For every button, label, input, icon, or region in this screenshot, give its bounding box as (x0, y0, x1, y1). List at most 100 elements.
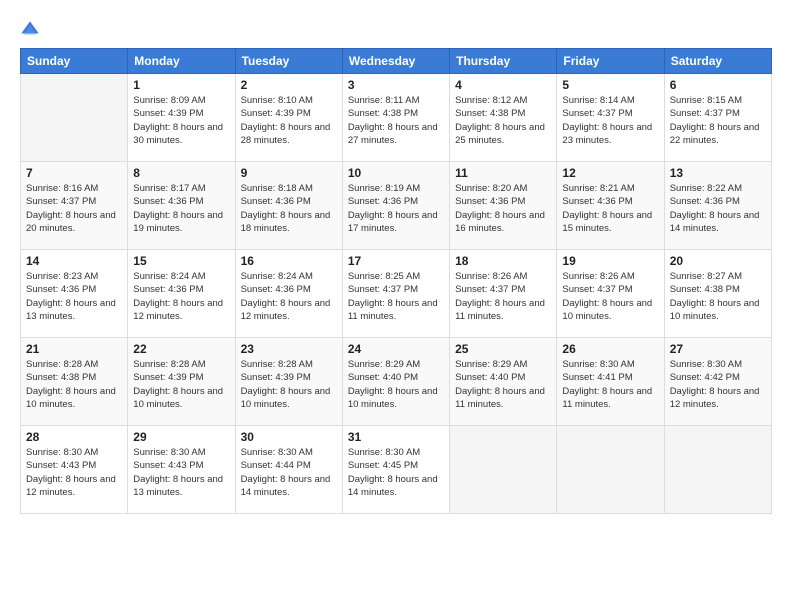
sunset: Sunset: 4:40 PM (455, 372, 525, 383)
calendar-day-cell: 13 Sunrise: 8:22 AM Sunset: 4:36 PM Dayl… (664, 162, 771, 250)
daylight: Daylight: 8 hours and 17 minutes. (348, 210, 438, 234)
calendar-day-cell: 30 Sunrise: 8:30 AM Sunset: 4:44 PM Dayl… (235, 426, 342, 514)
calendar-day-cell: 6 Sunrise: 8:15 AM Sunset: 4:37 PM Dayli… (664, 74, 771, 162)
sunset: Sunset: 4:37 PM (455, 284, 525, 295)
day-number: 16 (241, 254, 337, 268)
day-of-week-header: Monday (128, 49, 235, 74)
day-number: 24 (348, 342, 444, 356)
day-info: Sunrise: 8:26 AM Sunset: 4:37 PM Dayligh… (455, 270, 551, 323)
daylight: Daylight: 8 hours and 10 minutes. (26, 386, 116, 410)
calendar-day-cell (557, 426, 664, 514)
day-info: Sunrise: 8:29 AM Sunset: 4:40 PM Dayligh… (455, 358, 551, 411)
sunset: Sunset: 4:39 PM (133, 372, 203, 383)
daylight: Daylight: 8 hours and 30 minutes. (133, 122, 223, 146)
sunset: Sunset: 4:42 PM (670, 372, 740, 383)
sunset: Sunset: 4:36 PM (133, 284, 203, 295)
calendar-day-cell: 20 Sunrise: 8:27 AM Sunset: 4:38 PM Dayl… (664, 250, 771, 338)
sunset: Sunset: 4:40 PM (348, 372, 418, 383)
calendar-day-cell: 28 Sunrise: 8:30 AM Sunset: 4:43 PM Dayl… (21, 426, 128, 514)
calendar-day-cell: 2 Sunrise: 8:10 AM Sunset: 4:39 PM Dayli… (235, 74, 342, 162)
sunrise: Sunrise: 8:28 AM (26, 359, 98, 370)
daylight: Daylight: 8 hours and 20 minutes. (26, 210, 116, 234)
calendar-day-cell: 18 Sunrise: 8:26 AM Sunset: 4:37 PM Dayl… (450, 250, 557, 338)
sunset: Sunset: 4:44 PM (241, 460, 311, 471)
calendar-day-cell (450, 426, 557, 514)
day-number: 19 (562, 254, 658, 268)
sunset: Sunset: 4:41 PM (562, 372, 632, 383)
day-number: 27 (670, 342, 766, 356)
calendar-day-cell: 7 Sunrise: 8:16 AM Sunset: 4:37 PM Dayli… (21, 162, 128, 250)
day-info: Sunrise: 8:25 AM Sunset: 4:37 PM Dayligh… (348, 270, 444, 323)
calendar-day-cell (664, 426, 771, 514)
sunrise: Sunrise: 8:28 AM (133, 359, 205, 370)
sunset: Sunset: 4:36 PM (241, 284, 311, 295)
calendar-week-row: 14 Sunrise: 8:23 AM Sunset: 4:36 PM Dayl… (21, 250, 772, 338)
day-info: Sunrise: 8:22 AM Sunset: 4:36 PM Dayligh… (670, 182, 766, 235)
sunset: Sunset: 4:43 PM (26, 460, 96, 471)
calendar-day-cell: 29 Sunrise: 8:30 AM Sunset: 4:43 PM Dayl… (128, 426, 235, 514)
sunrise: Sunrise: 8:16 AM (26, 183, 98, 194)
sunset: Sunset: 4:39 PM (241, 372, 311, 383)
day-number: 31 (348, 430, 444, 444)
daylight: Daylight: 8 hours and 10 minutes. (670, 298, 760, 322)
calendar-day-cell: 26 Sunrise: 8:30 AM Sunset: 4:41 PM Dayl… (557, 338, 664, 426)
day-number: 30 (241, 430, 337, 444)
daylight: Daylight: 8 hours and 16 minutes. (455, 210, 545, 234)
calendar-table: SundayMondayTuesdayWednesdayThursdayFrid… (20, 48, 772, 514)
day-number: 13 (670, 166, 766, 180)
sunrise: Sunrise: 8:26 AM (455, 271, 527, 282)
sunset: Sunset: 4:36 PM (455, 196, 525, 207)
day-of-week-header: Wednesday (342, 49, 449, 74)
daylight: Daylight: 8 hours and 11 minutes. (455, 298, 545, 322)
sunrise: Sunrise: 8:26 AM (562, 271, 634, 282)
calendar-day-cell: 21 Sunrise: 8:28 AM Sunset: 4:38 PM Dayl… (21, 338, 128, 426)
day-number: 21 (26, 342, 122, 356)
sunset: Sunset: 4:43 PM (133, 460, 203, 471)
calendar-day-cell: 12 Sunrise: 8:21 AM Sunset: 4:36 PM Dayl… (557, 162, 664, 250)
sunset: Sunset: 4:36 PM (241, 196, 311, 207)
sunset: Sunset: 4:39 PM (133, 108, 203, 119)
calendar-day-cell: 16 Sunrise: 8:24 AM Sunset: 4:36 PM Dayl… (235, 250, 342, 338)
calendar-day-cell: 10 Sunrise: 8:19 AM Sunset: 4:36 PM Dayl… (342, 162, 449, 250)
calendar-week-row: 28 Sunrise: 8:30 AM Sunset: 4:43 PM Dayl… (21, 426, 772, 514)
page: SundayMondayTuesdayWednesdayThursdayFrid… (0, 0, 792, 612)
calendar-day-cell: 8 Sunrise: 8:17 AM Sunset: 4:36 PM Dayli… (128, 162, 235, 250)
calendar-day-cell: 23 Sunrise: 8:28 AM Sunset: 4:39 PM Dayl… (235, 338, 342, 426)
day-number: 23 (241, 342, 337, 356)
daylight: Daylight: 8 hours and 10 minutes. (241, 386, 331, 410)
sunrise: Sunrise: 8:29 AM (455, 359, 527, 370)
day-number: 9 (241, 166, 337, 180)
day-of-week-header: Tuesday (235, 49, 342, 74)
sunrise: Sunrise: 8:30 AM (348, 447, 420, 458)
day-of-week-header: Saturday (664, 49, 771, 74)
daylight: Daylight: 8 hours and 13 minutes. (26, 298, 116, 322)
calendar-week-row: 1 Sunrise: 8:09 AM Sunset: 4:39 PM Dayli… (21, 74, 772, 162)
sunset: Sunset: 4:38 PM (455, 108, 525, 119)
day-number: 10 (348, 166, 444, 180)
sunset: Sunset: 4:37 PM (562, 108, 632, 119)
calendar-day-cell: 24 Sunrise: 8:29 AM Sunset: 4:40 PM Dayl… (342, 338, 449, 426)
sunset: Sunset: 4:37 PM (670, 108, 740, 119)
calendar-day-cell: 4 Sunrise: 8:12 AM Sunset: 4:38 PM Dayli… (450, 74, 557, 162)
day-info: Sunrise: 8:30 AM Sunset: 4:43 PM Dayligh… (26, 446, 122, 499)
sunrise: Sunrise: 8:24 AM (133, 271, 205, 282)
day-number: 12 (562, 166, 658, 180)
day-number: 29 (133, 430, 229, 444)
header-row: SundayMondayTuesdayWednesdayThursdayFrid… (21, 49, 772, 74)
day-info: Sunrise: 8:14 AM Sunset: 4:37 PM Dayligh… (562, 94, 658, 147)
day-number: 4 (455, 78, 551, 92)
sunrise: Sunrise: 8:21 AM (562, 183, 634, 194)
calendar-day-cell: 5 Sunrise: 8:14 AM Sunset: 4:37 PM Dayli… (557, 74, 664, 162)
sunrise: Sunrise: 8:18 AM (241, 183, 313, 194)
calendar-day-cell: 11 Sunrise: 8:20 AM Sunset: 4:36 PM Dayl… (450, 162, 557, 250)
daylight: Daylight: 8 hours and 15 minutes. (562, 210, 652, 234)
sunset: Sunset: 4:38 PM (348, 108, 418, 119)
day-info: Sunrise: 8:23 AM Sunset: 4:36 PM Dayligh… (26, 270, 122, 323)
sunset: Sunset: 4:38 PM (670, 284, 740, 295)
day-info: Sunrise: 8:30 AM Sunset: 4:43 PM Dayligh… (133, 446, 229, 499)
day-number: 6 (670, 78, 766, 92)
calendar-day-cell: 15 Sunrise: 8:24 AM Sunset: 4:36 PM Dayl… (128, 250, 235, 338)
sunset: Sunset: 4:39 PM (241, 108, 311, 119)
day-info: Sunrise: 8:26 AM Sunset: 4:37 PM Dayligh… (562, 270, 658, 323)
logo-icon (20, 20, 40, 40)
